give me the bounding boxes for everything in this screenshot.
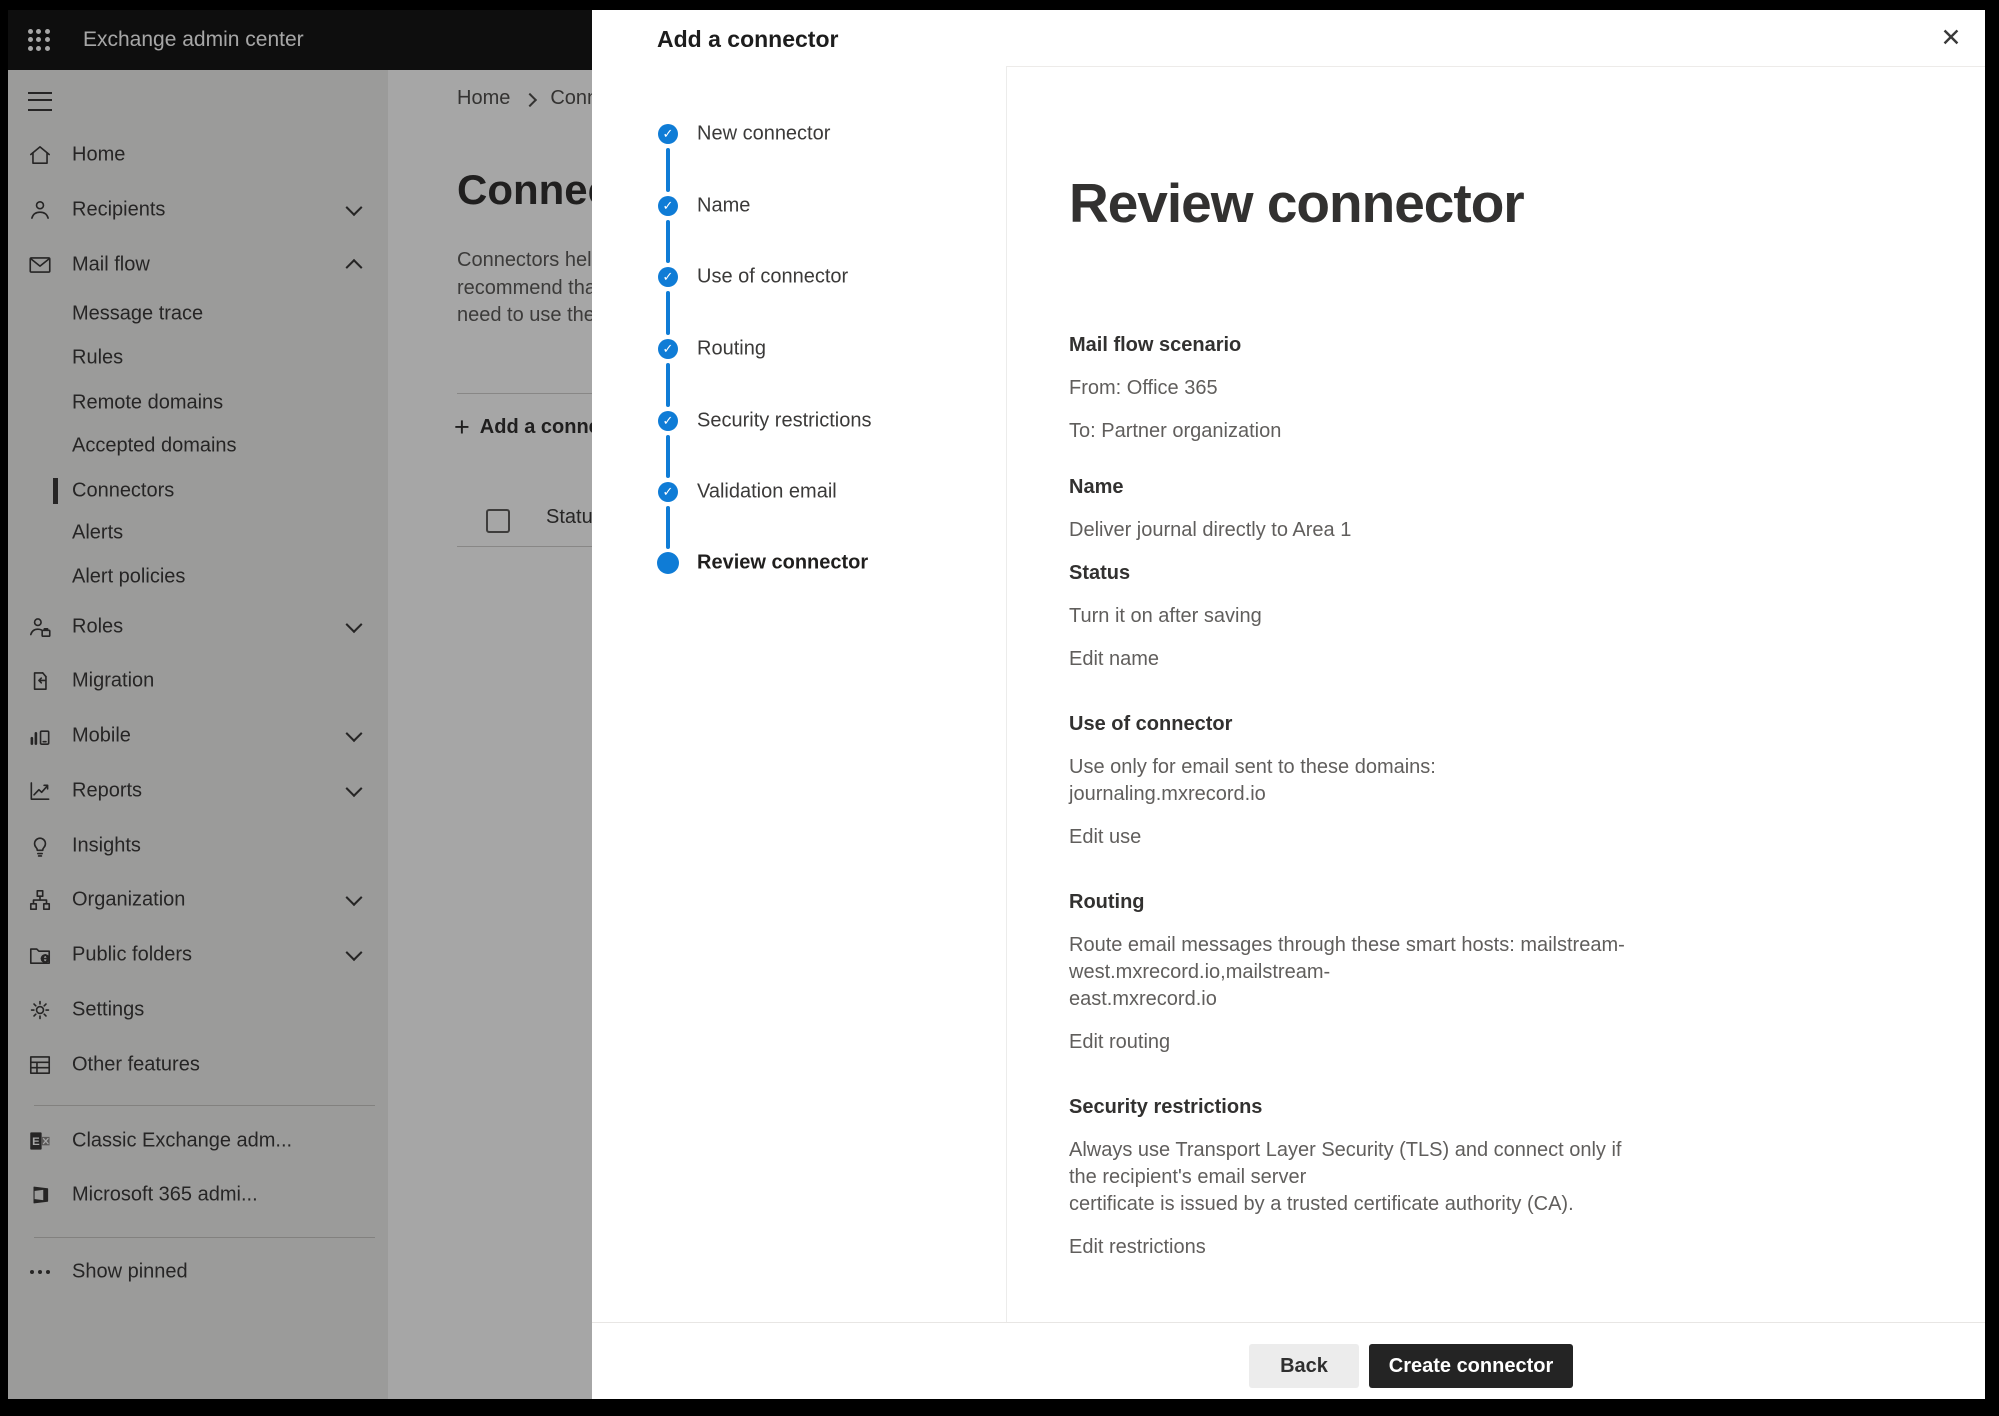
screen: Exchange admin center HomeRecipientsMail…	[8, 10, 1985, 1399]
step-label: Security restrictions	[697, 410, 872, 433]
modal-footer: Back Create connector	[592, 1322, 1985, 1399]
section-heading: Name	[1069, 474, 1985, 501]
wizard-step-security-restrictions[interactable]: ✓ Security restrictions	[592, 401, 1006, 441]
section-heading: Status	[1069, 560, 1985, 587]
review-section-status: Status Turn it on after saving Edit name	[1069, 560, 1985, 673]
review-section-routing: Routing Route email messages through thes…	[1069, 889, 1985, 1056]
add-connector-modal: Add a connector ✕ ✓ New connector ✓ Name ✓ Us…	[592, 10, 1985, 1399]
step-label: Use of connector	[697, 266, 848, 289]
section-value: From: Office 365	[1069, 375, 1634, 402]
step-complete-check-icon: ✓	[658, 196, 678, 216]
modal-title: Add a connector	[657, 10, 838, 66]
wizard-step-name[interactable]: ✓ Name	[592, 186, 1006, 226]
edit-restrictions-link[interactable]: Edit restrictions	[1069, 1234, 1206, 1261]
section-value: Route email messages through these smart…	[1069, 932, 1634, 1013]
create-connector-button[interactable]: Create connector	[1369, 1344, 1573, 1388]
section-heading: Use of connector	[1069, 711, 1985, 738]
edit-name-link[interactable]: Edit name	[1069, 646, 1159, 673]
section-value: To: Partner organization	[1069, 418, 1634, 445]
step-complete-check-icon: ✓	[658, 411, 678, 431]
section-heading: Routing	[1069, 889, 1985, 916]
section-value: Turn it on after saving	[1069, 603, 1634, 630]
edit-use-link[interactable]: Edit use	[1069, 824, 1141, 851]
step-label: Routing	[697, 338, 766, 361]
step-current-icon	[657, 552, 679, 574]
review-section-name: Name Deliver journal directly to Area 1	[1069, 474, 1985, 544]
review-connector-panel: Review connector Mail flow scenario From:…	[1006, 66, 1985, 1323]
back-button[interactable]: Back	[1249, 1344, 1359, 1388]
step-label: Validation email	[697, 481, 837, 504]
step-label: New connector	[697, 123, 830, 146]
section-heading: Mail flow scenario	[1069, 332, 1985, 359]
review-section-security-restrictions: Security restrictions Always use Transpor…	[1069, 1094, 1985, 1261]
wizard-step-routing[interactable]: ✓ Routing	[592, 329, 1006, 369]
step-complete-check-icon: ✓	[658, 124, 678, 144]
step-label: Name	[697, 195, 750, 218]
wizard-stepper: ✓ New connector ✓ Name ✓ Use of connector ✓ Rou…	[592, 66, 1007, 1323]
step-complete-check-icon: ✓	[658, 339, 678, 359]
review-section-mail-flow-scenario: Mail flow scenario From: Office 365 To: Pa…	[1069, 332, 1985, 445]
section-value: Use only for email sent to these domains…	[1069, 754, 1634, 808]
wizard-step-new-connector[interactable]: ✓ New connector	[592, 114, 1006, 154]
review-section-use-of-connector: Use of connector Use only for email sent …	[1069, 711, 1985, 851]
step-complete-check-icon: ✓	[658, 482, 678, 502]
close-icon[interactable]: ✕	[1931, 18, 1971, 58]
step-label: Review connector	[697, 552, 868, 575]
review-heading: Review connector	[1069, 170, 1985, 236]
section-value: Always use Transport Layer Security (TLS…	[1069, 1137, 1634, 1218]
wizard-step-validation-email[interactable]: ✓ Validation email	[592, 472, 1006, 512]
wizard-step-use-of-connector[interactable]: ✓ Use of connector	[592, 257, 1006, 297]
modal-header: Add a connector ✕	[592, 10, 1985, 67]
step-complete-check-icon: ✓	[658, 267, 678, 287]
section-heading: Security restrictions	[1069, 1094, 1985, 1121]
edit-routing-link[interactable]: Edit routing	[1069, 1029, 1170, 1056]
wizard-step-review-connector[interactable]: Review connector	[592, 543, 1006, 583]
section-value: Deliver journal directly to Area 1	[1069, 517, 1634, 544]
